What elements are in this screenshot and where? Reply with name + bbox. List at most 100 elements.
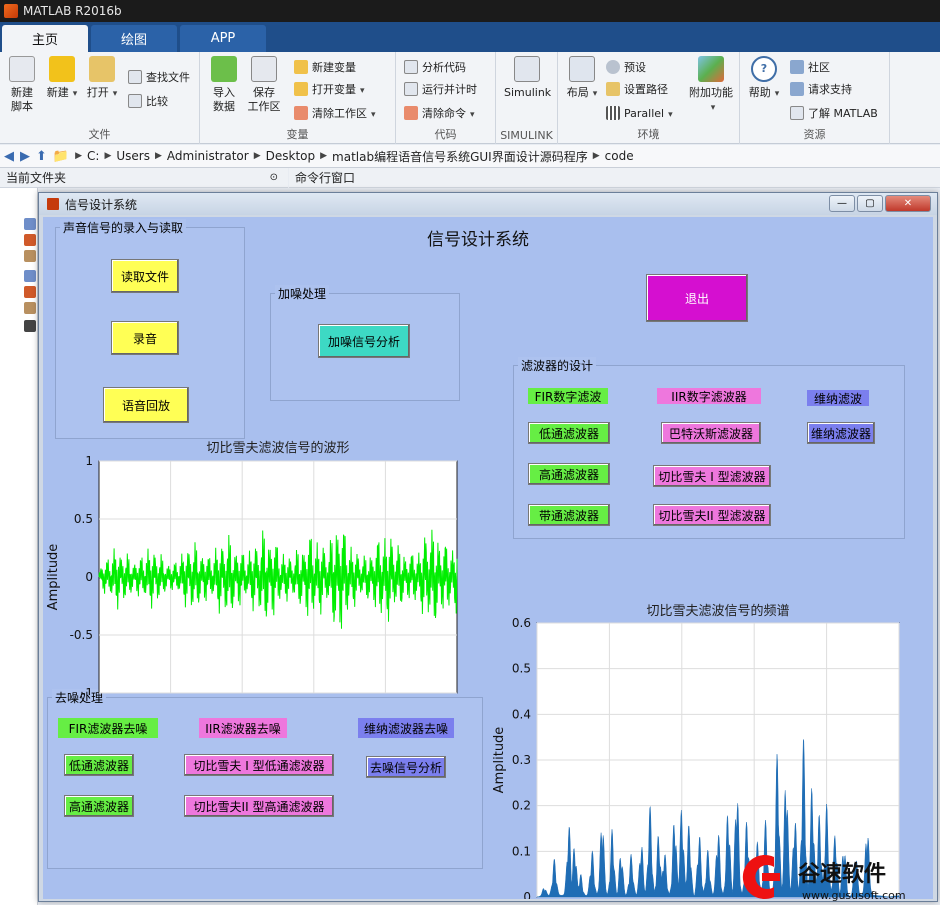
denoise-lowpass-button[interactable]: 低通滤波器 <box>64 754 134 776</box>
file-icon[interactable] <box>24 302 36 314</box>
file-icon[interactable] <box>24 270 36 282</box>
playback-button[interactable]: 语音回放 <box>103 387 189 423</box>
wiener-filter-button[interactable]: 维纳滤波器 <box>807 422 875 444</box>
parallel-button[interactable]: Parallel <box>606 104 673 122</box>
ribbon: 新建 脚本 新建 打开 查找文件 比较 文件 导入 数据 保存 工作区 <box>0 52 940 144</box>
butterworth-button[interactable]: 巴特沃斯滤波器 <box>661 422 761 444</box>
chevron-right-icon: ▶ <box>320 151 328 161</box>
addons-button[interactable]: 附加功能 <box>686 56 736 115</box>
minimize-button[interactable]: — <box>829 195 855 212</box>
record-button[interactable]: 录音 <box>111 321 179 355</box>
community-button[interactable]: 社区 <box>790 58 830 76</box>
watermark-url: www.gususoft.com <box>802 889 906 902</box>
maximize-button[interactable]: ▢ <box>857 195 883 212</box>
breadcrumb-0[interactable]: C: <box>87 149 99 163</box>
new-script-button[interactable]: 新建 脚本 <box>2 56 42 114</box>
file-icon[interactable] <box>24 286 36 298</box>
simulink-icon <box>514 56 540 82</box>
breadcrumb-4[interactable]: matlab编程语音信号系统GUI界面设计源码程序 <box>332 148 588 165</box>
tab-plots[interactable]: 绘图 <box>91 25 177 52</box>
chevron-right-icon: ▶ <box>154 151 162 161</box>
breadcrumb-3[interactable]: Desktop <box>266 149 316 163</box>
import-data-button[interactable]: 导入 数据 <box>204 56 244 114</box>
cheby2-button[interactable]: 切比雪夫II 型滤波器 <box>653 504 771 526</box>
chevron-right-icon: ▶ <box>75 151 83 161</box>
open-variable-button[interactable]: 打开变量 <box>294 80 365 98</box>
matlab-title-bar: MATLAB R2016b <box>0 0 940 22</box>
ribbon-tabs: 主页 绘图 APP <box>0 22 940 52</box>
cheby1-lowpass-button[interactable]: 切比雪夫 I 型低通滤波器 <box>184 754 334 776</box>
main-title: 信号设计系统 <box>427 230 529 250</box>
save-workspace-button[interactable]: 保存 工作区 <box>244 56 284 114</box>
request-support-button[interactable]: 请求支持 <box>790 80 852 98</box>
clear-commands-button[interactable]: 清除命令 <box>404 104 475 122</box>
breadcrumb-5[interactable]: code <box>605 149 634 163</box>
preferences-button[interactable]: 预设 <box>606 58 646 76</box>
learn-matlab-button[interactable]: 了解 MATLAB <box>790 104 878 122</box>
exit-button[interactable]: 退出 <box>646 274 748 322</box>
y-tick-label: 0.5 <box>74 512 93 526</box>
filter-bandpass-button[interactable]: 带通滤波器 <box>528 504 610 526</box>
layout-button[interactable]: 布局 <box>562 56 602 101</box>
set-path-icon <box>606 82 620 96</box>
chevron-right-icon: ▶ <box>104 151 112 161</box>
forward-arrow-icon[interactable]: ▶ <box>20 149 30 164</box>
back-arrow-icon[interactable]: ◀ <box>4 149 14 164</box>
find-files-icon <box>128 70 142 84</box>
chart-title: 切比雪夫滤波信号的波形 <box>206 440 349 456</box>
run-and-time-button[interactable]: 运行并计时 <box>404 80 477 98</box>
file-icon[interactable] <box>24 320 36 332</box>
compare-icon <box>128 94 142 108</box>
noise-analyze-button[interactable]: 加噪信号分析 <box>318 324 410 358</box>
analyze-code-button[interactable]: 分析代码 <box>404 58 466 76</box>
analyze-code-icon <box>404 60 418 74</box>
y-tick-label: 0.1 <box>512 844 531 858</box>
clear-commands-icon <box>404 106 418 120</box>
compare-button[interactable]: 比较 <box>128 92 168 110</box>
filter-highpass-button[interactable]: 高通滤波器 <box>528 463 610 485</box>
file-list <box>0 188 38 905</box>
file-icon[interactable] <box>24 250 36 262</box>
matlab-logo-icon <box>4 4 18 18</box>
denoise-analyze-button[interactable]: 去噪信号分析 <box>366 756 446 778</box>
cheby2-highpass-button[interactable]: 切比雪夫II 型高通滤波器 <box>184 795 334 817</box>
browse-folder-icon[interactable]: 📁 <box>53 149 69 164</box>
help-button[interactable]: ? 帮助 <box>744 56 784 101</box>
run-and-time-icon <box>404 82 418 96</box>
open-variable-icon <box>294 82 308 96</box>
file-icon[interactable] <box>24 234 36 246</box>
parallel-icon <box>606 106 620 120</box>
y-tick-label: 0.4 <box>512 707 531 721</box>
open-button[interactable]: 打开 <box>82 56 122 101</box>
pane-menu-icon[interactable]: ⊙ <box>270 172 278 183</box>
read-file-button[interactable]: 读取文件 <box>111 259 179 293</box>
current-folder-header: 当前文件夹 ⊙ <box>0 168 288 188</box>
file-icon[interactable] <box>24 218 36 230</box>
breadcrumb-2[interactable]: Administrator <box>167 149 249 163</box>
path-bar: ◀ ▶ ⬆ 📁 ▶ C: ▶ Users ▶ Administrator ▶ Desk… <box>0 145 940 168</box>
breadcrumb-1[interactable]: Users <box>116 149 150 163</box>
command-window-header: 命令行窗口 <box>289 168 940 188</box>
gui-canvas: 信号设计系统 声音信号的录入与读取 读取文件 录音 语音回放 加噪处理 加噪信号… <box>43 217 933 899</box>
iir-label: IIR数字滤波器 <box>657 388 761 404</box>
new-button[interactable]: 新建 <box>42 56 82 101</box>
close-button[interactable]: ✕ <box>885 195 931 212</box>
tab-apps[interactable]: APP <box>180 25 266 52</box>
set-path-button[interactable]: 设置路径 <box>606 80 668 98</box>
find-files-button[interactable]: 查找文件 <box>128 68 190 86</box>
cheby1-button[interactable]: 切比雪夫 I 型滤波器 <box>653 465 771 487</box>
waveform-chart: 切比雪夫滤波信号的波形 Amplitude 1 0.5 0 -0.5 -1 <box>46 440 458 695</box>
new-variable-button[interactable]: 新建变量 <box>294 58 356 76</box>
clear-workspace-button[interactable]: 清除工作区 <box>294 104 376 122</box>
group-simulink: Simulink SIMULINK <box>496 52 558 144</box>
up-folder-icon[interactable]: ⬆ <box>36 149 47 164</box>
tab-home[interactable]: 主页 <box>2 25 88 52</box>
addons-icon <box>698 56 724 82</box>
y-axis-label: Amplitude <box>46 544 61 611</box>
group-file: 新建 脚本 新建 打开 查找文件 比较 文件 <box>0 52 200 144</box>
simulink-button[interactable]: Simulink <box>504 56 551 100</box>
group-code: 分析代码 运行并计时 清除命令 代码 <box>396 52 496 144</box>
filter-lowpass-button[interactable]: 低通滤波器 <box>528 422 610 444</box>
denoise-highpass-button[interactable]: 高通滤波器 <box>64 795 134 817</box>
chevron-right-icon: ▶ <box>592 151 600 161</box>
